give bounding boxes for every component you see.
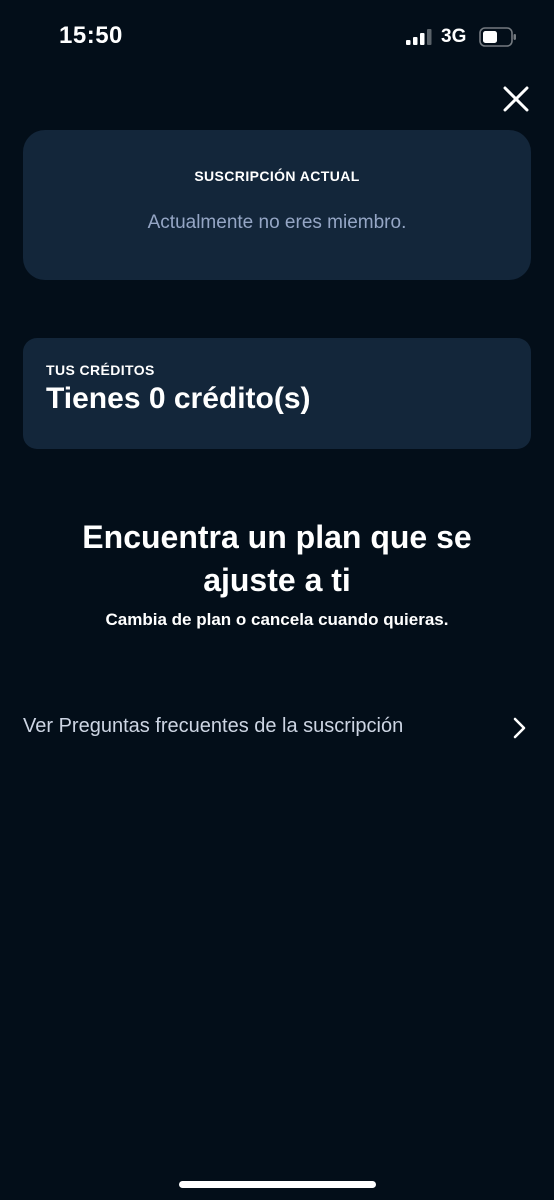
subscription-label: SUSCRIPCIÓN ACTUAL [194,168,360,184]
close-icon[interactable] [499,82,533,116]
credits-value: Tienes 0 crédito(s) [46,382,311,415]
subscription-faq-link[interactable]: Ver Preguntas frecuentes de la suscripci… [0,700,554,756]
network-type: 3G [441,26,467,47]
current-subscription-card: SUSCRIPCIÓN ACTUAL Actualmente no eres m… [23,130,531,280]
home-indicator[interactable] [179,1181,376,1188]
subscription-status: Actualmente no eres miembro. [147,212,407,233]
plans-heading: Encuentra un plan que se ajuste a ti [82,519,472,598]
chevron-right-icon [513,717,526,739]
status-time: 15:50 [59,22,123,49]
plans-subheading: Cambia de plan o cancela cuando quieras. [105,610,449,629]
signal-bars-icon [406,29,432,45]
credits-card: TUS CRÉDITOS Tienes 0 crédito(s) [23,338,531,449]
battery-icon [479,27,516,47]
status-bar: 15:50 3G [0,0,554,74]
credits-label: TUS CRÉDITOS [46,362,155,378]
faq-link-label: Ver Preguntas frecuentes de la suscripci… [23,715,404,737]
